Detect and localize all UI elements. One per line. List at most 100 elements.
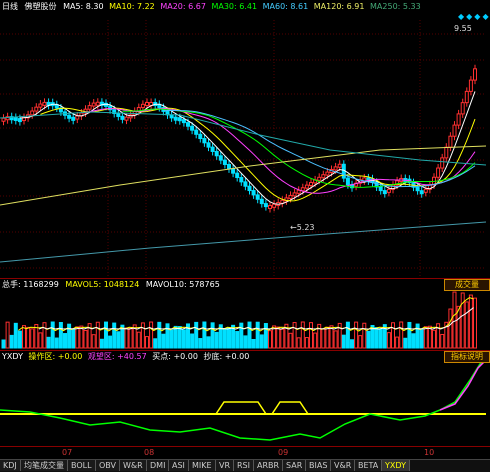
volume-bar [206,336,211,349]
volume-bar [239,322,244,349]
indicator-c1: 操作区: +0.00 [28,352,83,361]
tab-beta[interactable]: BETA [355,460,383,471]
volume-bar [227,327,231,349]
tab-asi[interactable]: ASI [169,460,189,471]
volume-bar [448,308,453,349]
volume-bar [17,330,22,349]
volume-bar [366,330,371,349]
volume-bar [288,332,293,349]
volume-bar [309,322,313,349]
volume-bar [214,331,219,349]
volume-bar [75,326,80,349]
volume-bar [247,321,252,349]
volume-bar [415,323,420,349]
indicator-name: YXDY [2,352,23,361]
tab-boll[interactable]: BOLL [68,460,96,471]
tab-bias[interactable]: BIAS [306,460,332,471]
volume-bar [58,322,63,349]
volume-bar [63,333,67,349]
volume-bar [169,329,174,349]
volume-bar [358,335,363,349]
volume-bar [296,337,301,349]
volume-bar [460,292,465,349]
volume-bar [468,294,473,349]
indicator-watch-line [439,359,487,411]
volume-bar [280,328,285,349]
tab-wr[interactable]: W&R [120,460,147,471]
tab-obv[interactable]: OBV [96,460,121,471]
volume-bar [5,321,10,349]
indicator-main-line [0,357,487,441]
volume-bar [452,291,457,349]
volume-bar [432,329,436,349]
volume-bar [391,322,395,349]
volume-bar [177,326,182,349]
tab-arbr[interactable]: ARBR [254,460,284,471]
volume-bar [165,323,170,349]
mavol5-line [18,297,474,332]
volume-bar [157,321,162,349]
volume-bar [149,321,154,349]
volume-bar [251,339,256,349]
volume-bar [440,333,445,349]
volume-bar [140,322,145,349]
volume-bar [124,327,129,349]
volume-bar [268,330,272,349]
volume-bar [407,321,412,349]
volume-bar [259,334,264,349]
volume-bar [108,335,113,349]
volume-bar [194,321,199,349]
volume-bar [263,323,268,349]
volume-bar [235,331,240,349]
volume-bar [473,297,477,349]
volume-chart[interactable] [0,0,490,471]
volume-bar [128,327,133,349]
tab-vr[interactable]: VR [216,460,235,471]
indicator-c3: 买点: +0.00 [152,352,198,361]
volume-bar [79,325,84,349]
divider [0,350,490,351]
indicator-c4: 抄底: +0.00 [203,352,250,361]
volume-bar [276,326,281,349]
volume-bar [333,330,338,349]
tab-yxdy[interactable]: YXDY [382,460,410,471]
volume-bar [374,327,379,349]
tab-kdj[interactable]: KDJ [0,460,21,471]
volume-bar [9,334,14,349]
volume-bar [95,321,100,349]
volume-bar [99,338,104,349]
volume-bar [362,322,367,349]
volume-bar [136,331,141,349]
volume-bar [181,329,186,349]
volume-bar [190,333,195,349]
volume-bar [26,326,31,349]
x-label: 10 [424,448,435,457]
volume-bar [173,325,178,349]
volume-bar [292,322,297,349]
volume-bar [222,327,227,349]
volume-bar [13,322,18,349]
x-axis-line [0,446,490,447]
volume-bar [300,321,305,349]
volume-bar [22,325,26,349]
tab-rsi[interactable]: RSI [234,460,254,471]
indicator-signal [215,401,267,415]
indicator-c2: 观望区: +40.57 [87,352,147,361]
volume-bar [419,329,424,349]
volume-bar [1,339,6,349]
volume-bar [71,328,76,349]
volume-bar [202,321,207,349]
tab-mike[interactable]: MIKE [189,460,216,471]
volume-bar [395,336,400,349]
tab-dmi[interactable]: DMI [147,460,170,471]
tab-[interactable]: 均笔成交量 [21,460,68,471]
volume-bar [42,322,47,349]
tab-vr[interactable]: V&R [331,460,356,471]
tab-sar[interactable]: SAR [283,460,307,471]
volume-bar [427,325,432,349]
stock-chart-window: 日线 佛塑股份 MA5: 8.30 MA10: 7.22 MA20: 6.67 … [0,0,490,472]
volume-bar [38,332,43,349]
indicator-help-button[interactable]: 指标说明 [444,351,490,363]
volume-bar [350,339,354,349]
volume-bar [321,328,326,349]
